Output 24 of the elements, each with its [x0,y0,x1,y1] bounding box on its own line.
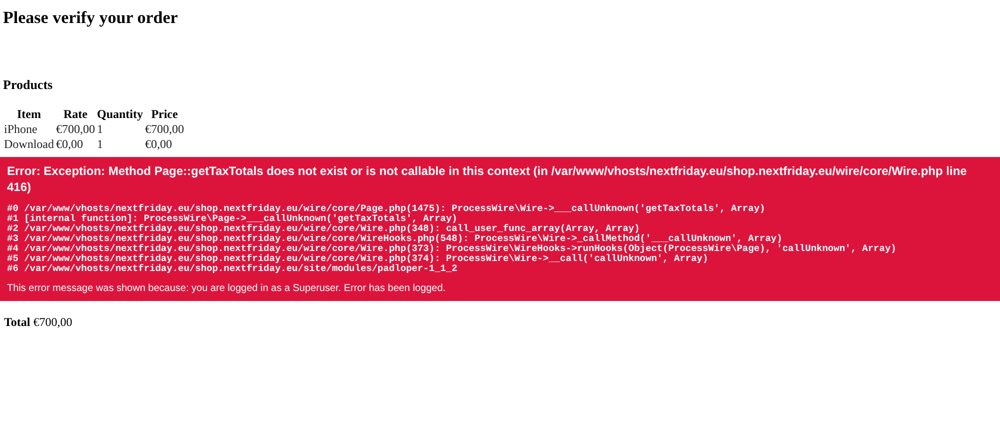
column-header: Rate [62,107,88,122]
stack-trace-line: #6 /var/www/vhosts/nextfriday.eu/shop.nextfriday.eu/site/modules/padloper-1_1_2 [7,264,458,274]
stack-trace-line: #1 [internal function]: ProcessWire\Page->___callUnknown('getTaxTotals', Array) [7,214,458,224]
stack-trace-line: #0 /var/www/vhosts/nextfriday.eu/shop.nextfriday.eu/wire/core/Page.php(1475): ProcessWire\Wire->___callUnknown('getTaxTotals', Array) [7,204,766,214]
table-cell-text: 1 [97,137,104,152]
section-heading: Products [3,76,53,94]
table-cell: €700,00 [145,122,184,137]
column-header: Item [16,107,42,122]
table-cell-text: iPhone [4,122,38,137]
table-cell: €700,00 [56,122,95,137]
stack-trace-line: #3 /var/www/vhosts/nextfriday.eu/shop.nextfriday.eu/wire/core/WireHooks.php(548): ProcessWire\Wire->_callMethod('___callUnknown', Array) [7,234,784,244]
order-total: Total €700,00 [4,315,72,329]
page-title: Please verify your order [3,7,178,29]
table-cell: Download [4,137,54,152]
column-header: Price [150,107,179,122]
table-cell-text: €0,00 [56,137,84,152]
column-header: Quantity [97,107,144,122]
stack-trace-line: #5 /var/www/vhosts/nextfriday.eu/shop.nextfriday.eu/wire/core/Wire.php(374): ProcessWire\Wire->__call('callUnknown', Array) [7,254,710,264]
table-cell-text: 1 [97,122,104,137]
table-cell-text: €0,00 [145,137,174,152]
error-note: This error message was shown because: you are logged in as a Superuser. Error has been logged. [7,283,447,295]
error-title: Error: Exception: Method Page::getTaxTotals does not exist or is not callable in this context (in /var/www/vhosts/nextfriday.eu/shop.nextfriday.eu/wire/core/Wire.php line 416) [7,163,968,195]
stack-trace-line: #2 /var/www/vhosts/nextfriday.eu/shop.nextfriday.eu/wire/core/Wire.php(348): call_user_func_array(Array, Array) [7,224,641,234]
stack-trace-line: #4 /var/www/vhosts/nextfriday.eu/shop.nextfriday.eu/wire/core/Wire.php(373): ProcessWire\WireHooks->runHooks(Object(ProcessWire\Page), 'callUnknown', Array) [7,244,898,254]
